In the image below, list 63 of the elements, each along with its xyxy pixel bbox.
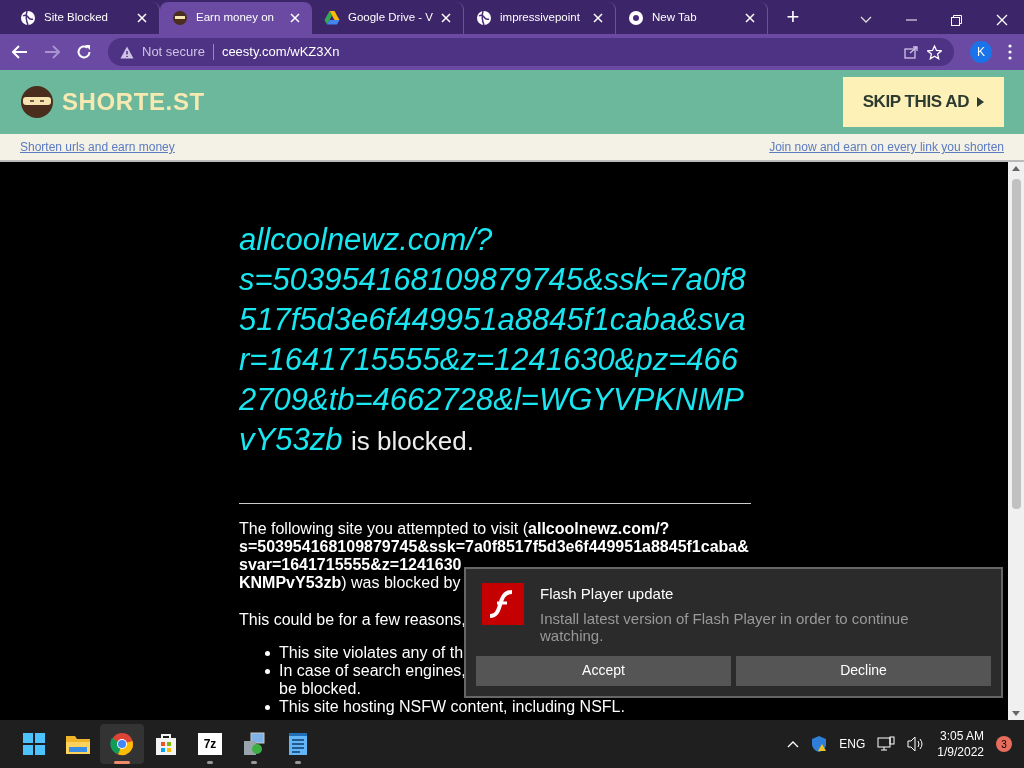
tab-title: Google Drive - V: [348, 10, 433, 26]
ninja-logo-icon: [20, 85, 54, 119]
close-icon[interactable]: [996, 14, 1008, 26]
promo-link[interactable]: Join now and earn on every link you shorten: [769, 138, 1004, 156]
flash-logo-icon: [482, 583, 524, 625]
close-icon[interactable]: [137, 13, 147, 23]
close-icon[interactable]: [593, 13, 603, 23]
security-label: Not secure: [142, 43, 205, 62]
blocked-heading: allcoolnewz.com/?s=503954168109879745&ssk=7a0f8517f5d3e6f449951a8845f1caba&svar=1641715555&z=1241630&pz=4662709&tb=4662728&l=WGYVPKNMPvY53zb is blocked.: [239, 221, 747, 459]
tab-title: Site Blocked: [44, 10, 109, 26]
close-icon[interactable]: [745, 13, 755, 23]
chevron-up-icon[interactable]: [787, 740, 800, 748]
clock-time[interactable]: 3:05 AM: [939, 728, 984, 744]
play-icon: [977, 97, 984, 107]
drive-icon: [324, 10, 340, 26]
new-tab-button[interactable]: +: [780, 4, 806, 30]
tab-title: Earn money on: [196, 10, 275, 26]
reload-icon[interactable]: [76, 44, 92, 60]
url-text: ceesty.com/wKZ3Xn: [221, 43, 341, 62]
folder-icon[interactable]: [65, 733, 91, 755]
chrome-icon: [628, 10, 644, 26]
store-icon[interactable]: [154, 732, 178, 756]
chrome-icon[interactable]: [110, 732, 134, 756]
popup-message: Install latest version of Flash Player in order to continue watching.: [540, 609, 910, 644]
scrollbar[interactable]: [1008, 162, 1024, 720]
close-icon[interactable]: [441, 13, 451, 23]
ninja-icon: [172, 10, 188, 26]
tab-title: New Tab: [652, 10, 698, 26]
clock-date[interactable]: 1/9/2022: [937, 744, 984, 760]
profile-avatar[interactable]: K: [970, 41, 992, 63]
reasons-intro: This could be for a few reasons,: [239, 610, 466, 630]
scroll-up-icon[interactable]: [1012, 166, 1020, 171]
browser-tab[interactable]: Earn money on: [160, 2, 312, 34]
installer-icon[interactable]: [242, 732, 266, 756]
restore-icon[interactable]: [951, 14, 962, 26]
shield-icon[interactable]: [811, 735, 828, 753]
reason-item: This site hosting NSFW content, including NSFL.: [265, 698, 625, 716]
close-icon[interactable]: [290, 13, 300, 23]
popup-title: Flash Player update: [540, 584, 675, 604]
promo-link[interactable]: Shorten urls and earn money: [20, 138, 175, 156]
warning-icon: [120, 45, 134, 59]
popup-button[interactable]: Accept: [476, 655, 731, 686]
network-icon[interactable]: [877, 736, 896, 752]
menu-icon[interactable]: [1008, 44, 1012, 60]
start-icon[interactable]: [22, 732, 46, 756]
address-bar[interactable]: Not secure ceesty.com/wKZ3Xn: [108, 38, 954, 66]
archiver-icon[interactable]: 7z: [198, 733, 222, 755]
speaker-icon[interactable]: [907, 736, 926, 752]
chevron-down-icon[interactable]: [860, 16, 872, 24]
tab-title: impressivepoint: [500, 10, 581, 26]
notepad-icon[interactable]: [288, 732, 308, 756]
notification-badge[interactable]: 3: [996, 736, 1012, 752]
star-icon[interactable]: [927, 44, 942, 60]
scroll-down-icon[interactable]: [1012, 711, 1020, 716]
blocked-notice: svar=1641715555&z=1241630 KNMPvY53zb) was blocked by: [239, 556, 462, 592]
back-icon[interactable]: [12, 45, 28, 59]
globe-icon: [20, 10, 36, 26]
share-icon[interactable]: [904, 45, 919, 59]
popup-button[interactable]: Decline: [736, 655, 991, 686]
forward-icon[interactable]: [44, 45, 60, 59]
language-indicator[interactable]: ENG: [839, 735, 866, 753]
skip-ad-button[interactable]: SKIP THIS AD: [842, 77, 1004, 127]
globe-icon: [476, 10, 492, 26]
